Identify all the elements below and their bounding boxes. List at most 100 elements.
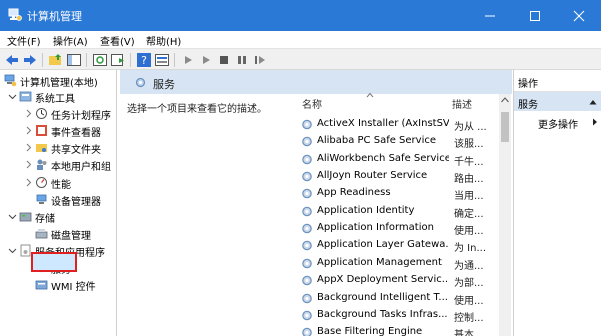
up-folder-icon[interactable] <box>48 52 64 68</box>
service-row[interactable]: AliWorkbench Safe Service 千牛... <box>300 151 498 168</box>
menu-help[interactable]: 帮助(H) <box>146 33 181 48</box>
menu-action[interactable]: 操作(A) <box>53 33 88 48</box>
actions-section-services[interactable]: 服务 <box>514 92 601 111</box>
service-gear-icon <box>302 206 312 217</box>
service-row[interactable]: Alibaba PC Safe Service 该服... <box>300 133 498 150</box>
minimize-icon <box>485 15 495 17</box>
service-description: 确定... <box>454 208 484 220</box>
restart-icon[interactable] <box>252 52 268 68</box>
back-arrow-icon[interactable] <box>4 52 20 68</box>
column-header-description[interactable]: 描述 <box>452 96 472 116</box>
properties-icon[interactable] <box>154 52 170 68</box>
service-row[interactable]: ActiveX Installer (AxInstSV) 为从 ... <box>300 116 498 133</box>
service-description: 为 In... <box>454 243 487 255</box>
column-header-name[interactable]: 名称 <box>302 96 322 116</box>
wmi-control-icon <box>35 278 48 291</box>
help-icon[interactable]: ? <box>136 52 152 68</box>
svg-text:?: ? <box>141 54 147 67</box>
maximize-button[interactable] <box>513 0 557 31</box>
service-row[interactable]: Application Identity 确定... <box>300 203 498 220</box>
service-gear-icon <box>302 189 312 199</box>
performance-gauge-icon <box>35 176 48 189</box>
menu-file[interactable]: 文件(F) <box>7 33 41 48</box>
service-name: Application Management <box>317 256 442 268</box>
pause-icon[interactable] <box>234 52 250 68</box>
refresh-icon[interactable] <box>92 52 108 68</box>
service-gear-icon <box>302 327 312 336</box>
expand-chevron-down-icon[interactable] <box>8 92 17 101</box>
service-row[interactable]: Application Management 为通... <box>300 255 498 272</box>
tree-item-label: 共享文件夹 <box>51 145 101 157</box>
users-icon <box>35 158 48 171</box>
expand-chevron-right-icon[interactable] <box>24 109 33 118</box>
service-row[interactable]: AppX Deployment Servic... 为部... <box>300 272 498 289</box>
disk-icon <box>35 227 48 240</box>
actions-title: 操作 <box>518 79 538 90</box>
collapse-up-icon[interactable] <box>589 99 597 105</box>
stop-icon[interactable] <box>216 52 232 68</box>
service-name: Alibaba PC Safe Service <box>317 135 437 147</box>
service-gear-icon <box>302 171 312 182</box>
export-list-icon[interactable] <box>110 52 126 68</box>
service-name: Application Information <box>317 222 434 234</box>
play-alt-icon[interactable] <box>198 52 214 68</box>
service-description: 为通... <box>454 260 484 272</box>
service-row[interactable]: AllJoyn Router Service 路由... <box>300 168 498 185</box>
title-bar: 计算机管理 <box>0 0 601 31</box>
expand-chevron-down-icon[interactable] <box>8 246 17 255</box>
actions-title-bar: 操作 <box>514 70 601 92</box>
expand-chevron-right-icon[interactable] <box>24 160 33 169</box>
expand-chevron-right-icon[interactable] <box>24 178 33 187</box>
menu-bar: 文件(F) 操作(A) 查看(V) 帮助(H) <box>0 31 601 48</box>
menu-view[interactable]: 查看(V) <box>100 33 135 48</box>
service-row[interactable]: Background Tasks Infras... 控制... <box>300 307 498 324</box>
service-gear-icon <box>302 293 312 303</box>
selected-item-highlight <box>31 252 77 272</box>
expand-chevron-right-icon[interactable] <box>24 143 33 152</box>
expand-chevron-down-icon[interactable] <box>8 212 17 221</box>
device-manager-icon <box>35 193 48 206</box>
service-row[interactable]: Application Layer Gatewa... 为 In... <box>300 237 498 254</box>
service-gear-icon <box>302 119 312 130</box>
service-gear-icon <box>302 241 312 251</box>
services-header: 服务 <box>120 70 512 94</box>
computer-management-icon <box>4 74 17 87</box>
service-row[interactable]: Base Filtering Engine 基本... <box>300 324 498 336</box>
expand-chevron-right-icon[interactable] <box>24 126 33 135</box>
toolbar-separator <box>86 53 87 67</box>
service-name: AllJoyn Router Service <box>317 170 428 182</box>
services-gear-icon <box>135 77 146 88</box>
service-gear-icon <box>302 275 312 286</box>
navigation-tree: 计算机管理(本地) 系统工具 任务计划程序 事件查看器 共享文件夹 本地用户和组 性能 设备… <box>0 70 117 336</box>
services-scrollbar[interactable] <box>499 94 511 336</box>
shared-folder-icon <box>35 141 48 154</box>
tree-item-label: 存储 <box>35 213 55 225</box>
scroll-up-icon[interactable] <box>501 97 509 103</box>
service-gear-icon <box>302 154 312 164</box>
scrollbar-thumb[interactable] <box>501 112 509 142</box>
tree-item-label: 事件查看器 <box>51 128 101 140</box>
forward-arrow-icon[interactable] <box>22 52 38 68</box>
close-button[interactable] <box>557 0 601 31</box>
toolbar-separator <box>130 53 131 67</box>
computer-management-icon <box>8 8 22 21</box>
more-actions-link[interactable]: 更多操作 <box>538 116 578 131</box>
service-row[interactable]: Application Information 使用... <box>300 220 498 237</box>
service-name: ActiveX Installer (AxInstSV) <box>317 118 449 129</box>
tree-item-label: 性能 <box>51 179 71 191</box>
service-description: 为部... <box>454 278 484 290</box>
tree-item-label: 设备管理器 <box>51 196 101 208</box>
minimize-button[interactable] <box>468 0 512 31</box>
play-icon[interactable] <box>180 52 196 68</box>
maximize-icon <box>530 11 540 21</box>
show-hide-tree-icon[interactable] <box>66 52 82 68</box>
close-icon <box>573 10 585 22</box>
clock-icon <box>35 107 48 120</box>
service-row[interactable]: App Readiness 当用... <box>300 185 498 202</box>
service-description: 为从 ... <box>454 122 487 133</box>
service-row[interactable]: Background Intelligent T... 使用... <box>300 290 498 307</box>
service-gear-icon <box>302 258 312 269</box>
service-gear-icon <box>302 310 312 321</box>
tree-item-label: 任务计划程序 <box>51 111 111 123</box>
more-actions-arrow-icon[interactable] <box>592 118 598 126</box>
